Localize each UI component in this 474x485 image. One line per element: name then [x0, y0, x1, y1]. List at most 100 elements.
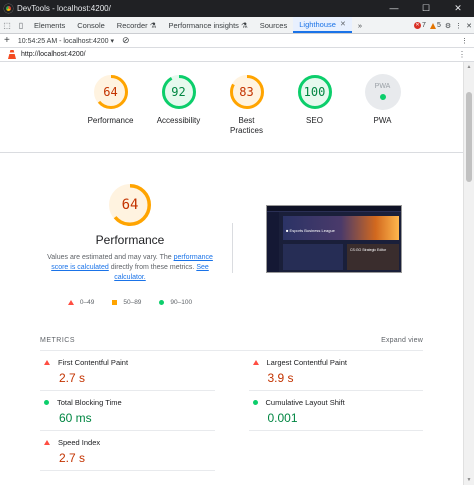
thumb-nav [267, 206, 401, 212]
fail-triangle-icon [44, 440, 50, 445]
gauge-score: 100 [303, 85, 326, 99]
scroll-down-arrow-icon[interactable]: ▼ [464, 475, 474, 485]
pwa-badge-icon: PWA [364, 74, 401, 110]
thumb-hero-text: ■ Esports Business League [286, 228, 335, 233]
tab-lighthouse[interactable]: Lighthouse ✕ [293, 17, 352, 33]
performance-section: 64 Performance Values are estimated and … [0, 153, 463, 331]
metric-value: 2.7 s [59, 451, 86, 465]
gauge-best-practices[interactable]: 83 Best Practices [221, 74, 273, 152]
performance-summary: 64 Performance Values are estimated and … [40, 183, 220, 306]
report-menu-icon[interactable]: ⋮ [458, 50, 466, 59]
thumb-card-2: CS:GO Strategic Editor [347, 244, 399, 270]
pwa-check-dot [377, 92, 388, 102]
lighthouse-icon [8, 50, 16, 59]
metric-label: Speed Index [58, 438, 101, 447]
window-titlebar: DevTools - localhost:4200/ — ☐ ✕ [0, 0, 474, 17]
report-select[interactable]: 10:54:25 AM - localhost:4200 ▾ [18, 37, 114, 45]
report-url[interactable]: http://localhost:4200/ [21, 51, 86, 58]
settings-gear-icon[interactable]: ⚙ [445, 22, 451, 30]
gauge-label: Performance [87, 116, 134, 125]
toolbar-more-icon[interactable]: ⋮ [461, 37, 468, 45]
tab-performance-insights[interactable]: Performance insights ⚗ [162, 17, 253, 33]
performance-big-gauge: 64 [108, 183, 152, 227]
close-devtools-icon[interactable]: ✕ [466, 22, 472, 30]
legend-average-label: 50–89 [123, 299, 142, 306]
tab-console[interactable]: Console [71, 17, 111, 33]
gauge-ring: 100 [297, 74, 333, 110]
devtools-tabbar: ⬚ ▯ Elements Console Recorder ⚗ Performa… [0, 17, 474, 34]
thumb-card [283, 244, 343, 270]
thumb-card-text: CS:GO Strategic Editor [350, 248, 387, 252]
desc-text-2: directly from these metrics. [108, 264, 197, 271]
score-legend: 0–49 50–89 90–100 [40, 299, 220, 306]
fail-triangle-icon [252, 360, 259, 365]
scroll-up-arrow-icon[interactable]: ▲ [464, 62, 474, 72]
gauge-label: SEO [306, 116, 323, 125]
close-tab-icon[interactable]: ✕ [340, 20, 346, 28]
pwa-badge-text: PWA [374, 83, 391, 90]
performance-title: Performance [95, 233, 165, 247]
legend-fail: 0–49 [67, 299, 95, 306]
vertical-divider [232, 223, 233, 273]
gauge-score: 92 [171, 85, 186, 99]
legend-average: 50–89 [112, 299, 141, 306]
customize-menu-icon[interactable]: ⋮ [455, 22, 462, 30]
gauge-performance[interactable]: 64 Performance [85, 74, 137, 152]
maximize-button[interactable]: ☐ [410, 0, 442, 17]
more-tabs-icon[interactable]: » [352, 17, 368, 33]
performance-big-score: 64 [121, 197, 139, 213]
metrics-section: METRICS Expand view First Contentful Pai… [0, 337, 463, 471]
pass-circle-icon [44, 400, 49, 405]
metrics-header: METRICS Expand view [40, 337, 423, 351]
tab-lighthouse-label: Lighthouse [299, 19, 336, 29]
clear-reports-button[interactable]: ⊘ [122, 35, 130, 46]
error-icon: ✕ [414, 22, 422, 29]
status-area: ✕ 7 5 ⚙ ⋮ ✕ [414, 17, 472, 34]
metric-speed-index: Speed Index 2.7 s [40, 431, 215, 471]
metric-value: 60 ms [59, 411, 92, 425]
minimize-button[interactable]: — [378, 0, 410, 17]
final-screenshot-thumbnail[interactable]: ■ Esports Business League CS:GO Strategi… [266, 205, 402, 273]
report-url-bar: http://localhost:4200/ ⋮ [0, 48, 474, 62]
thumb-sidebar [267, 212, 279, 272]
legend-fail-label: 0–49 [79, 299, 95, 306]
warnings-count: 5 [436, 22, 441, 29]
metrics-heading: METRICS [40, 337, 75, 344]
score-gauges: 64 Performance 92 Accessibility 83 Best … [0, 62, 463, 152]
fail-triangle-icon [67, 300, 74, 305]
pass-circle-icon [159, 300, 165, 305]
report-scrollbar[interactable]: ▲ ▼ [463, 62, 474, 485]
average-square-icon [112, 300, 118, 305]
scrollbar-thumb[interactable] [466, 92, 472, 182]
device-toolbar-icon[interactable]: ▯ [14, 17, 28, 33]
metric-lcp: Largest Contentful Paint 3.9 s [248, 351, 423, 391]
chrome-icon [4, 4, 13, 13]
gauge-label: PWA [373, 116, 392, 125]
legend-pass-label: 90–100 [170, 299, 193, 306]
tab-sources[interactable]: Sources [254, 17, 294, 33]
warnings-badge[interactable]: 5 [429, 22, 441, 29]
metric-tbt: Total Blocking Time 60 ms [40, 391, 215, 431]
metrics-grid: First Contentful Paint 2.7 s Largest Con… [40, 351, 423, 471]
close-window-button[interactable]: ✕ [442, 0, 474, 17]
window-controls: — ☐ ✕ [378, 0, 474, 17]
errors-badge[interactable]: ✕ 7 [414, 22, 426, 29]
legend-pass: 90–100 [159, 299, 192, 306]
performance-description: Values are estimated and may vary. The p… [40, 253, 220, 283]
expand-view-toggle[interactable]: Expand view [381, 337, 423, 344]
gauge-accessibility[interactable]: 92 Accessibility [153, 74, 205, 152]
inspect-element-icon[interactable]: ⬚ [0, 17, 14, 33]
errors-count: 7 [422, 22, 426, 29]
gauge-ring: 92 [161, 74, 197, 110]
tab-recorder[interactable]: Recorder ⚗ [111, 17, 163, 33]
gauge-score: 64 [103, 85, 118, 99]
fail-triangle-icon [44, 360, 50, 365]
gauge-seo[interactable]: 100 SEO [289, 74, 341, 152]
gauge-pwa[interactable]: PWA PWA [357, 74, 409, 152]
tab-elements[interactable]: Elements [28, 17, 71, 33]
gauge-ring: 64 [93, 74, 129, 110]
lighthouse-report: 64 Performance 92 Accessibility 83 Best … [0, 62, 463, 485]
lighthouse-toolbar: + 10:54:25 AM - localhost:4200 ▾ ⊘ ⋮ [0, 34, 474, 48]
add-report-button[interactable]: + [4, 35, 10, 46]
pass-circle-icon [252, 400, 258, 405]
